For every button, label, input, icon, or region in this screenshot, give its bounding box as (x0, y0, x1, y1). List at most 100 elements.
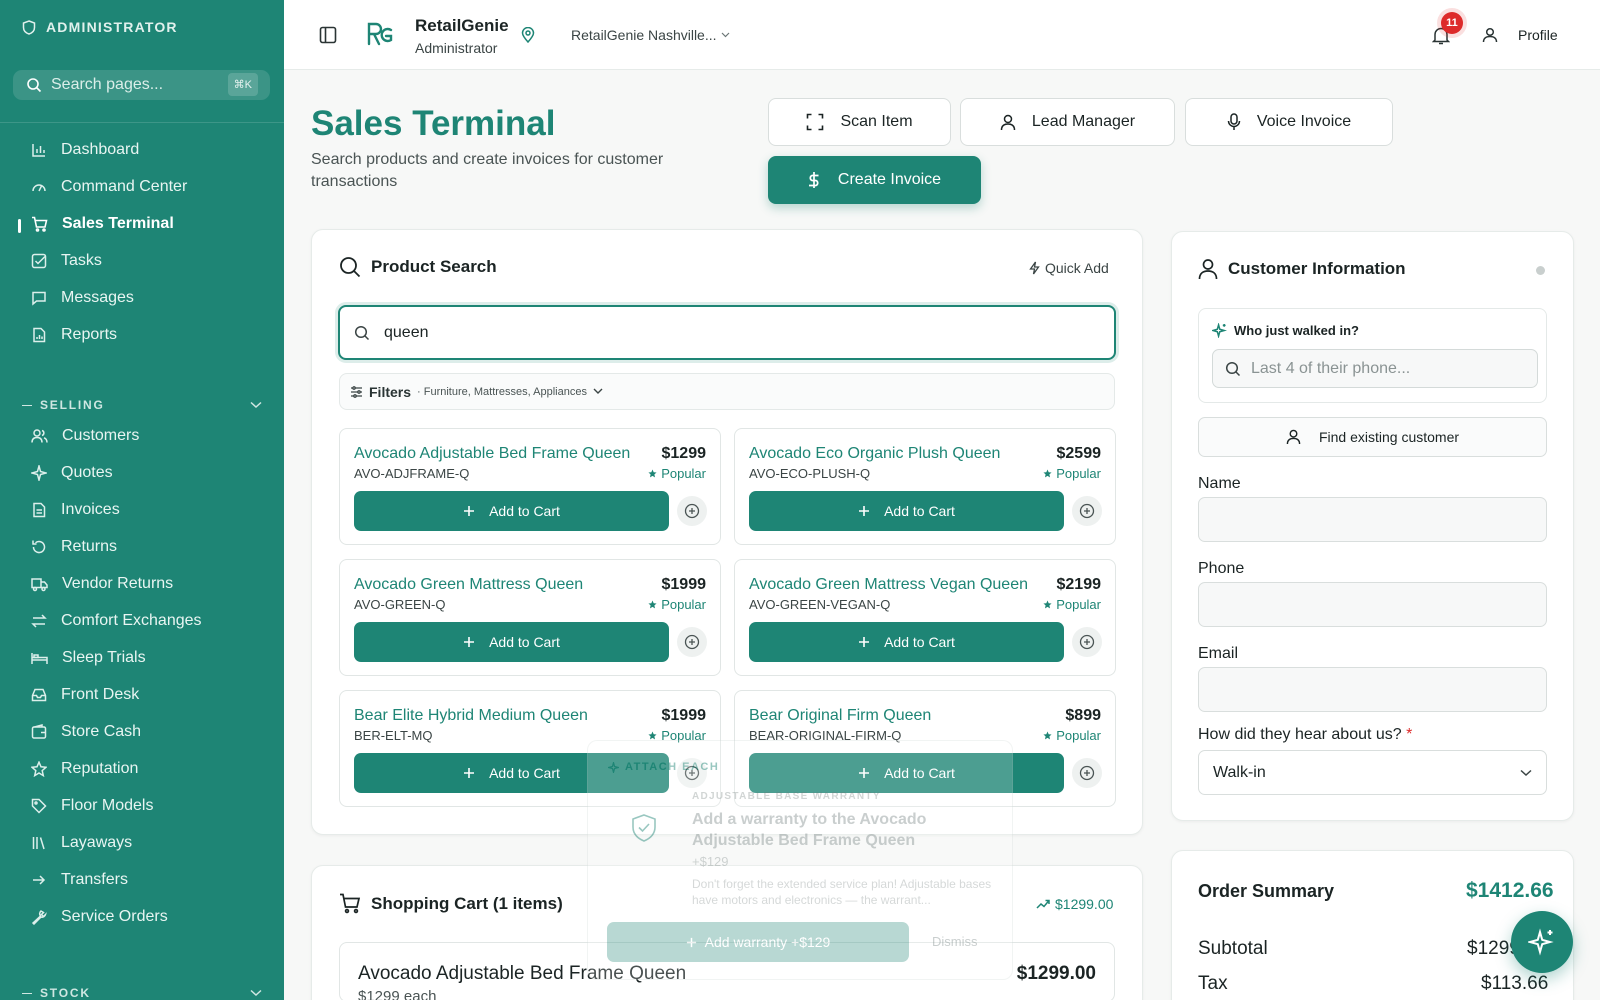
lead-manager-button[interactable]: Lead Manager (960, 98, 1175, 146)
section-stock[interactable]: STOCK (22, 986, 262, 1000)
nav-messages[interactable]: Messages (31, 281, 271, 315)
phone-lookup-box[interactable] (1212, 349, 1538, 388)
product-name[interactable]: Avocado Eco Organic Plush Queen (749, 445, 1031, 463)
ai-assistant-button[interactable] (1511, 911, 1573, 973)
walk-in-label: Who just walked in? (1234, 323, 1359, 338)
product-card[interactable]: Avocado Green Mattress Queen AVO-GREEN-Q… (339, 559, 721, 676)
source-select[interactable]: Walk-in (1198, 750, 1547, 795)
cart-item-total: $1299.00 (1016, 963, 1096, 984)
nav-label: Quotes (61, 464, 113, 481)
nav-layaways[interactable]: Layaways (31, 826, 271, 860)
customer-info-header: Customer Information (1198, 258, 1406, 280)
product-card[interactable]: Avocado Green Mattress Vegan Queen AVO-G… (734, 559, 1116, 676)
add-warranty-button[interactable]: Add warranty +$129 (607, 922, 909, 962)
nav-quotes[interactable]: Quotes (31, 456, 271, 490)
message-icon (31, 290, 47, 306)
nav-label: Command Center (61, 178, 188, 195)
section-selling[interactable]: SELLING (22, 398, 262, 412)
nav-sleep-trials[interactable]: Sleep Trials (31, 641, 271, 675)
product-name[interactable]: Avocado Adjustable Bed Frame Queen (354, 445, 636, 463)
nav-front-desk[interactable]: Front Desk (31, 678, 271, 712)
filters-bar[interactable]: Filters · Furniture, Mattresses, Applian… (339, 373, 1115, 410)
find-existing-customer-button[interactable]: Find existing customer (1198, 417, 1547, 457)
status-dot (1536, 266, 1545, 275)
nav-returns[interactable]: Returns (31, 530, 271, 564)
location-selector[interactable]: RetailGenie Nashville... (571, 27, 730, 43)
microphone-icon (1227, 113, 1241, 131)
email-field[interactable] (1198, 667, 1547, 712)
product-name[interactable]: Avocado Green Mattress Queen (354, 576, 636, 594)
trend-value: $1299.00 (1055, 896, 1114, 912)
nav-sales-terminal[interactable]: Sales Terminal (31, 207, 271, 241)
scan-item-button[interactable]: Scan Item (768, 98, 951, 146)
name-label: Name (1198, 475, 1241, 492)
add-accessory-button[interactable] (1072, 496, 1102, 526)
nav-vendor-returns[interactable]: Vendor Returns (31, 567, 271, 601)
button-label: Add to Cart (489, 765, 560, 781)
add-to-cart-button[interactable]: Add to Cart (749, 491, 1064, 531)
add-to-cart-button[interactable]: Add to Cart (354, 491, 669, 531)
search-icon (339, 256, 361, 278)
nav-dashboard[interactable]: Dashboard (31, 133, 271, 167)
phone-lookup-input[interactable] (1251, 359, 1521, 378)
add-accessory-button[interactable] (677, 496, 707, 526)
star-icon (1043, 731, 1052, 740)
nav-transfers[interactable]: Transfers (31, 863, 271, 897)
nav-comfort-exchanges[interactable]: Comfort Exchanges (31, 604, 271, 638)
nav-label: Returns (61, 538, 118, 555)
nav-reputation[interactable]: Reputation (31, 752, 271, 786)
nav-service-orders[interactable]: Service Orders (31, 900, 271, 934)
profile-link[interactable]: Profile (1518, 27, 1558, 43)
sidebar-toggle-icon[interactable] (319, 26, 337, 44)
nav-customers[interactable]: Customers (31, 419, 271, 453)
add-accessory-button[interactable] (677, 627, 707, 657)
lightning-icon (1029, 261, 1040, 275)
plus-circle-icon (1079, 765, 1095, 781)
phone-field[interactable] (1198, 582, 1547, 627)
product-price: $899 (1065, 707, 1101, 724)
nav-store-cash[interactable]: Store Cash (31, 715, 271, 749)
product-card[interactable]: Avocado Eco Organic Plush Queen AVO-ECO-… (734, 428, 1116, 545)
quick-add-button[interactable]: Quick Add (1029, 260, 1109, 276)
nav-reports[interactable]: Reports (31, 318, 271, 352)
product-search-header: Product Search (339, 256, 497, 278)
voice-invoice-button[interactable]: Voice Invoice (1185, 98, 1393, 146)
user-icon (1482, 27, 1498, 43)
product-card[interactable]: Avocado Adjustable Bed Frame Queen AVO-A… (339, 428, 721, 545)
product-search-input[interactable] (384, 323, 984, 342)
create-invoice-button[interactable]: Create Invoice (768, 156, 981, 204)
sparkle-icon (608, 761, 619, 773)
name-field[interactable] (1198, 497, 1547, 542)
wrench-icon (31, 909, 47, 925)
product-name[interactable]: Bear Original Firm Queen (749, 707, 1031, 725)
nav-floor-models[interactable]: Floor Models (31, 789, 271, 823)
product-search-box[interactable] (338, 305, 1116, 360)
add-to-cart-button[interactable]: Add to Cart (354, 622, 669, 662)
nav-tasks[interactable]: Tasks (31, 244, 271, 278)
plus-icon (463, 505, 475, 517)
product-name[interactable]: Bear Elite Hybrid Medium Queen (354, 707, 636, 725)
add-accessory-button[interactable] (1072, 627, 1102, 657)
sparkle-icon (31, 465, 47, 481)
cart-icon (339, 893, 361, 914)
nav-label: Layaways (61, 834, 133, 851)
add-accessory-button[interactable] (1072, 758, 1102, 788)
nav-command-center[interactable]: Command Center (31, 170, 271, 204)
dismiss-button[interactable]: Dismiss (932, 934, 978, 949)
warranty-title: Add a warranty to the Avocado Adjustable… (692, 811, 927, 849)
plus-icon (686, 937, 697, 948)
nav-label: Reports (61, 326, 118, 343)
location-label: RetailGenie Nashville... (571, 27, 717, 43)
plus-circle-icon (1079, 503, 1095, 519)
add-to-cart-button[interactable]: Add to Cart (749, 622, 1064, 662)
star-icon (1043, 600, 1052, 609)
page-search-input[interactable] (51, 76, 221, 94)
nav-invoices[interactable]: Invoices (31, 493, 271, 527)
page-search[interactable]: ⌘K (13, 70, 270, 100)
search-icon (354, 325, 370, 341)
button-label: Add to Cart (489, 634, 560, 650)
warranty-upsell-popup[interactable]: ATTACH EACH ADJUSTABLE BASE WARRANTY Add… (587, 740, 1013, 980)
product-sku: AVO-ADJFRAME-Q (354, 466, 470, 481)
product-name[interactable]: Avocado Green Mattress Vegan Queen (749, 576, 1031, 594)
brand-role: Administrator (415, 40, 498, 56)
